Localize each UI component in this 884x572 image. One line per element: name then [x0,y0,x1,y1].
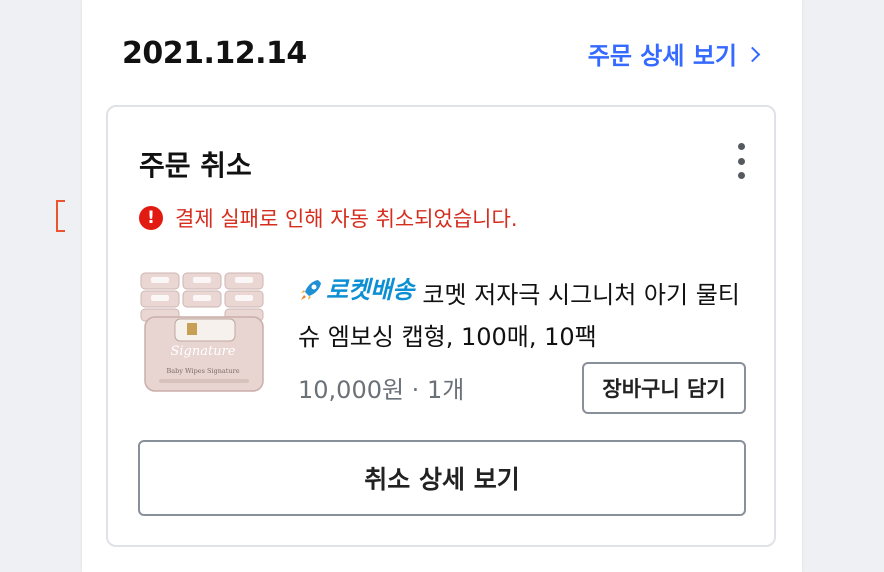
order-status-title: 주문 취소 [139,149,252,182]
product-price-quantity: 10,000원 · 1개 [298,376,465,404]
order-detail-link-label: 주문 상세 보기 [587,42,737,70]
order-date: 2021.12.14 [122,36,307,71]
order-card: 주문 취소 ! 결제 실패로 인해 자동 취소되었습니다. Signature … [106,105,776,547]
add-to-cart-button[interactable]: 장바구니 담기 [582,362,746,414]
focus-bracket-marker [56,200,65,232]
cancel-alert-message: 결제 실패로 인해 자동 취소되었습니다. [175,207,518,231]
product-info[interactable]: 로켓배송 코멧 저자극 시그니처 아기 물티슈 엠보싱 캡형, 100매, 10… [298,269,758,358]
svg-text:Signature: Signature [170,344,235,359]
order-detail-link[interactable]: 주문 상세 보기 [587,36,761,71]
cancel-detail-button[interactable]: 취소 상세 보기 [138,440,746,516]
kebab-menu-icon[interactable] [734,143,748,179]
page: 2021.12.14 주문 상세 보기 주문 취소 ! 결제 실패로 인해 자동… [0,0,884,572]
rocket-delivery-label: 로켓배송 [326,276,415,304]
product-image-caption: Baby Wipes Signature [166,367,239,375]
rocket-icon [301,280,321,300]
product-thumbnail[interactable]: Signature Baby Wipes Signature [139,269,267,397]
error-icon: ! [139,206,163,230]
rocket-delivery-badge: 로켓배송 [298,269,414,311]
kebab-dot [737,172,745,179]
cancel-alert: ! 결제 실패로 인해 자동 취소되었습니다. [139,203,518,233]
kebab-dot [737,143,745,150]
chevron-right-icon [744,46,761,63]
product-image: Signature Baby Wipes Signature [140,272,264,392]
order-panel: 2021.12.14 주문 상세 보기 주문 취소 ! 결제 실패로 인해 자동… [82,0,802,572]
kebab-dot [737,157,745,165]
